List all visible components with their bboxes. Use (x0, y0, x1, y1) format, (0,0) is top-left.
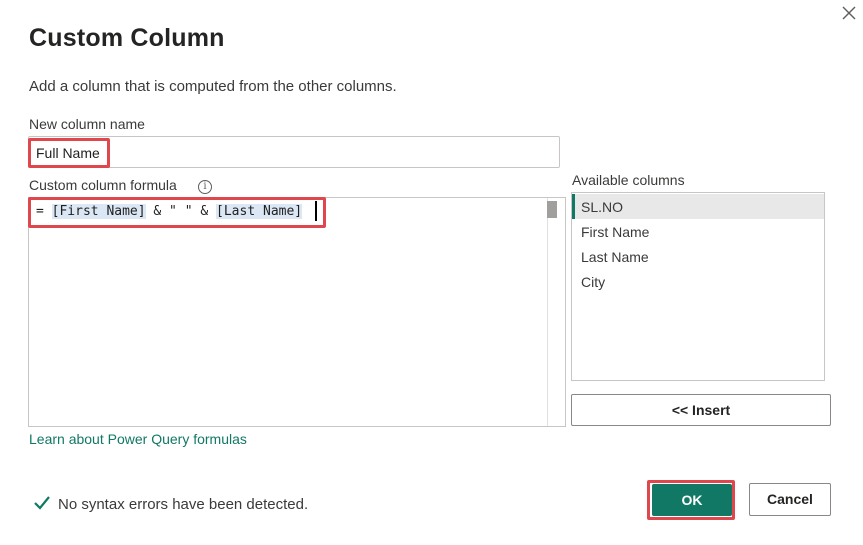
highlight-name-box (28, 138, 110, 168)
dialog-title: Custom Column (29, 24, 225, 52)
syntax-status: No syntax errors have been detected. (58, 496, 309, 513)
info-icon[interactable]: i (198, 180, 212, 194)
scrollbar-thumb[interactable] (547, 201, 557, 218)
column-item-first-name[interactable]: First Name (581, 224, 649, 240)
column-item-last-name[interactable]: Last Name (581, 249, 649, 265)
close-icon[interactable] (840, 4, 858, 22)
column-item-city[interactable]: City (581, 274, 605, 290)
formula-label: Custom column formula (29, 177, 177, 193)
cancel-button[interactable]: Cancel (749, 483, 831, 516)
selected-row-indicator (572, 194, 575, 219)
available-columns-list[interactable] (571, 192, 825, 381)
new-column-name-label: New column name (29, 116, 145, 132)
formula-scrollbar[interactable] (547, 198, 565, 426)
check-icon (33, 495, 51, 511)
highlight-formula-box (28, 197, 326, 228)
highlight-ok-button (647, 480, 735, 520)
dialog-subtitle: Add a column that is computed from the o… (29, 78, 397, 95)
formula-editor[interactable] (28, 197, 566, 427)
learn-formulas-link[interactable]: Learn about Power Query formulas (29, 431, 247, 447)
available-columns-label: Available columns (572, 172, 685, 188)
column-item-sl-no[interactable]: SL.NO (581, 199, 623, 215)
insert-button[interactable]: << Insert (571, 394, 831, 426)
